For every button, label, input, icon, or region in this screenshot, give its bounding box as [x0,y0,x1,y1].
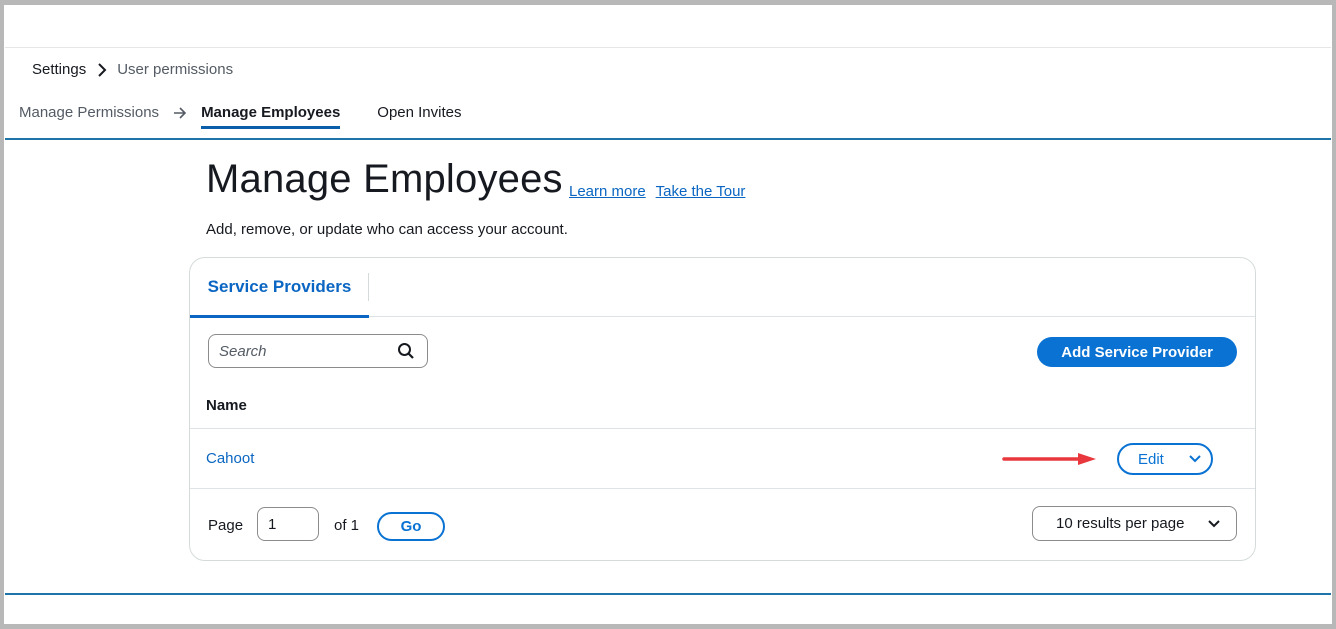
provider-name-link[interactable]: Cahoot [206,450,254,467]
table-divider [190,428,1255,429]
top-strip [5,5,1331,48]
step-open-invites[interactable]: Open Invites [377,104,461,121]
tab-service-providers[interactable]: Service Providers [190,258,369,318]
go-button[interactable]: Go [377,512,445,541]
tab-bar: Service Providers [190,258,1255,318]
edit-label: Edit [1138,450,1164,468]
search-icon[interactable] [397,342,415,360]
search-box [208,334,428,368]
take-tour-link[interactable]: Take the Tour [656,183,746,200]
breadcrumb: Settings User permissions [32,61,233,78]
page-subtitle: Add, remove, or update who can access yo… [206,221,568,238]
footer-divider [5,593,1331,595]
step-manage-employees[interactable]: Manage Employees [201,104,341,129]
arrow-right-icon [173,106,187,119]
annotation-arrow-icon [1002,453,1096,465]
search-input[interactable] [219,342,379,360]
tab-divider [368,273,369,301]
page-count: of 1 [334,517,360,534]
chevron-down-icon [1189,455,1201,463]
breadcrumb-user-permissions: User permissions [117,61,234,78]
service-providers-card: Service Providers Add Service Provider N… [189,257,1256,561]
chevron-right-icon [97,62,107,77]
page-number-input[interactable] [257,507,319,541]
title-links: Learn more Take the Tour [569,183,751,200]
edit-dropdown-button[interactable]: Edit [1117,443,1213,475]
add-service-provider-button[interactable]: Add Service Provider [1037,337,1237,367]
table-divider [190,488,1255,489]
column-header-name[interactable]: Name [206,397,247,414]
results-per-page-select[interactable]: 10 results per page [1032,506,1237,541]
page-title: Manage Employees [206,157,563,201]
breadcrumb-settings[interactable]: Settings [32,61,86,78]
step-navigation: Manage Permissions Manage Employees Open… [19,104,462,129]
chevron-down-icon [1208,519,1220,528]
page-label: Page [208,517,244,534]
results-per-page-label: 10 results per page [1056,515,1185,532]
learn-more-link[interactable]: Learn more [569,183,646,200]
header-divider [5,138,1331,140]
step-manage-permissions[interactable]: Manage Permissions [19,104,159,121]
